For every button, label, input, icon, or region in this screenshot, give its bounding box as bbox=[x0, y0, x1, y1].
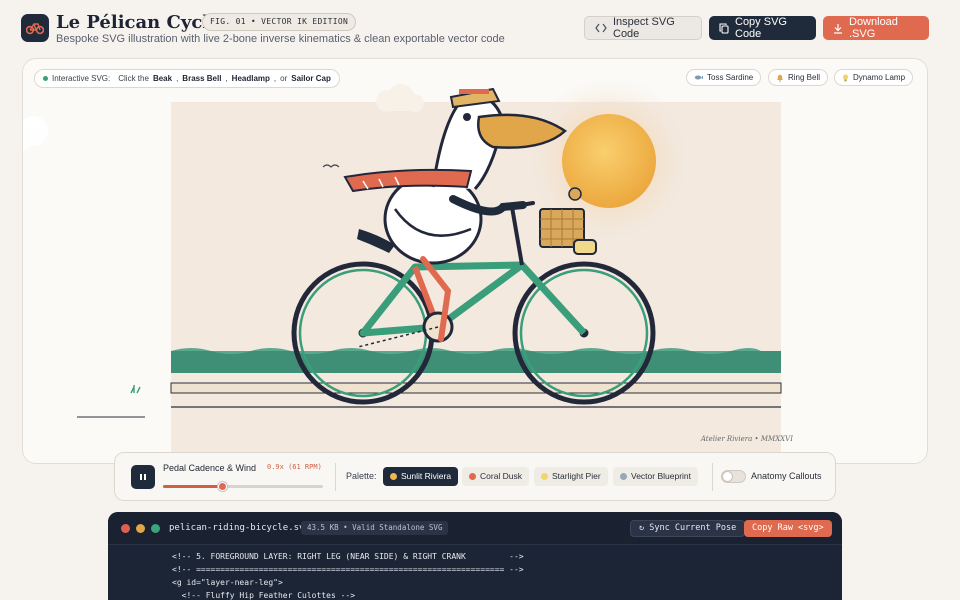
grass-tuft bbox=[130, 385, 141, 394]
cadence-slider-fill bbox=[163, 485, 223, 488]
dynamo-lamp-button[interactable]: Dynamo Lamp bbox=[834, 69, 914, 86]
palette-vector-blueprint[interactable]: Vector Blueprint bbox=[613, 467, 699, 486]
cadence-label: Pedal Cadence & Wind bbox=[163, 463, 257, 473]
illustration-stage: Interactive SVG: Click the Beak, Brass B… bbox=[22, 58, 928, 464]
palette-coral-dusk[interactable]: Coral Dusk bbox=[462, 467, 530, 486]
cadence-slider-thumb[interactable] bbox=[217, 482, 227, 491]
pause-button[interactable] bbox=[131, 465, 155, 489]
control-bar: Pedal Cadence & Wind 0.9x (61 RPM) Palet… bbox=[114, 452, 836, 501]
pause-icon bbox=[140, 474, 146, 480]
code-line: <g id="layer-near-leg"> bbox=[172, 578, 283, 587]
code-file-meta: 43.5 KB • Valid Standalone SVG bbox=[301, 521, 449, 535]
palette-swatch bbox=[469, 473, 476, 480]
fish-icon bbox=[694, 75, 703, 80]
divider bbox=[335, 463, 336, 491]
cadence-slider[interactable] bbox=[163, 482, 323, 491]
code-brackets-icon bbox=[595, 23, 607, 33]
anatomy-callouts-label: Anatomy Callouts bbox=[751, 471, 822, 481]
promenade-rail bbox=[170, 382, 782, 394]
pelican-eye bbox=[463, 113, 471, 121]
ring-bell-label: Ring Bell bbox=[788, 73, 821, 82]
anatomy-callouts-toggle[interactable] bbox=[721, 470, 746, 483]
hint-prefix: Click the bbox=[118, 74, 149, 83]
bird-icon bbox=[322, 164, 340, 168]
sea-band bbox=[171, 351, 781, 373]
headlamp[interactable] bbox=[573, 239, 597, 255]
bicycle-logo-icon bbox=[21, 14, 49, 42]
inspect-svg-button[interactable]: Inspect SVG Code bbox=[584, 16, 702, 40]
cloud-right bbox=[376, 84, 424, 112]
toggle-knob bbox=[723, 472, 732, 481]
window-maximize-dot bbox=[151, 524, 160, 533]
app-subtitle: Bespoke SVG illustration with live 2-bon… bbox=[56, 33, 505, 45]
app-header: Le Pélican Cycliste FIG. 01 • VECTOR IK … bbox=[20, 12, 940, 48]
toss-sardine-label: Toss Sardine bbox=[707, 73, 754, 82]
palette-sunlit-riviera[interactable]: Sunlit Riviera bbox=[383, 467, 459, 486]
palette-starlight-pier[interactable]: Starlight Pier bbox=[534, 467, 608, 486]
copy-icon bbox=[719, 22, 729, 34]
code-line: <!-- 5. FOREGROUND LAYER: RIGHT LEG (NEA… bbox=[172, 552, 524, 561]
sync-pose-button[interactable]: ↻ Sync Current Pose bbox=[630, 520, 746, 537]
palette-starlight-label: Starlight Pier bbox=[552, 471, 601, 481]
bell-icon bbox=[777, 74, 783, 82]
hint-headlamp: Headlamp bbox=[231, 74, 270, 83]
palette-sunlit-label: Sunlit Riviera bbox=[401, 471, 452, 481]
download-svg-label: Download .SVG bbox=[849, 16, 898, 40]
hint-or: or bbox=[280, 74, 288, 83]
palette-coral-label: Coral Dusk bbox=[480, 471, 523, 481]
code-editor[interactable]: <!-- 5. FOREGROUND LAYER: RIGHT LEG (NEA… bbox=[172, 550, 524, 600]
window-minimize-dot bbox=[136, 524, 145, 533]
code-panel: pelican-riding-bicycle.svg 43.5 KB • Val… bbox=[108, 512, 842, 600]
fig-badge: FIG. 01 • VECTOR IK EDITION bbox=[202, 13, 357, 31]
hint-beak: Beak bbox=[152, 74, 173, 83]
ring-bell-button[interactable]: Ring Bell bbox=[768, 69, 829, 86]
code-filename: pelican-riding-bicycle.svg bbox=[169, 523, 310, 533]
interactive-hint: Interactive SVG: Click the Beak, Brass B… bbox=[34, 69, 340, 88]
download-svg-button[interactable]: Download .SVG bbox=[823, 16, 929, 40]
pelican bbox=[343, 87, 568, 342]
code-line: <!-- ===================================… bbox=[172, 565, 524, 574]
illustration-credit: Atelier Riviera • MMXXVI bbox=[700, 435, 793, 443]
hint-bell: Brass Bell bbox=[182, 74, 222, 83]
window-close-dot bbox=[121, 524, 130, 533]
copy-svg-label: Copy SVG Code bbox=[735, 16, 787, 40]
toss-sardine-button[interactable]: Toss Sardine bbox=[686, 69, 762, 86]
palette-swatch bbox=[541, 473, 548, 480]
palette-swatch bbox=[620, 473, 627, 480]
pelican-illustration: Atelier Riviera • MMXXVI bbox=[23, 76, 793, 443]
hint-label: Interactive SVG: bbox=[52, 74, 111, 83]
cloud-left bbox=[23, 116, 48, 151]
copy-raw-svg-button[interactable]: Copy Raw <svg> bbox=[744, 520, 832, 537]
hint-cap: Sailor Cap bbox=[291, 74, 331, 83]
cadence-value: 0.9x (61 RPM) bbox=[267, 463, 322, 471]
copy-svg-button[interactable]: Copy SVG Code bbox=[709, 16, 816, 40]
inspect-svg-label: Inspect SVG Code bbox=[613, 16, 675, 40]
code-panel-header: pelican-riding-bicycle.svg 43.5 KB • Val… bbox=[108, 512, 842, 545]
palette-vector-label: Vector Blueprint bbox=[631, 471, 692, 481]
palette-swatch bbox=[390, 473, 397, 480]
download-icon bbox=[834, 23, 842, 34]
palette-label: Palette: bbox=[346, 471, 377, 481]
bulb-icon bbox=[842, 73, 849, 81]
status-dot bbox=[43, 76, 48, 81]
divider bbox=[712, 463, 713, 491]
code-line: <!-- Fluffy Hip Feather Culottes --> bbox=[172, 591, 356, 600]
dynamo-lamp-label: Dynamo Lamp bbox=[853, 73, 906, 82]
